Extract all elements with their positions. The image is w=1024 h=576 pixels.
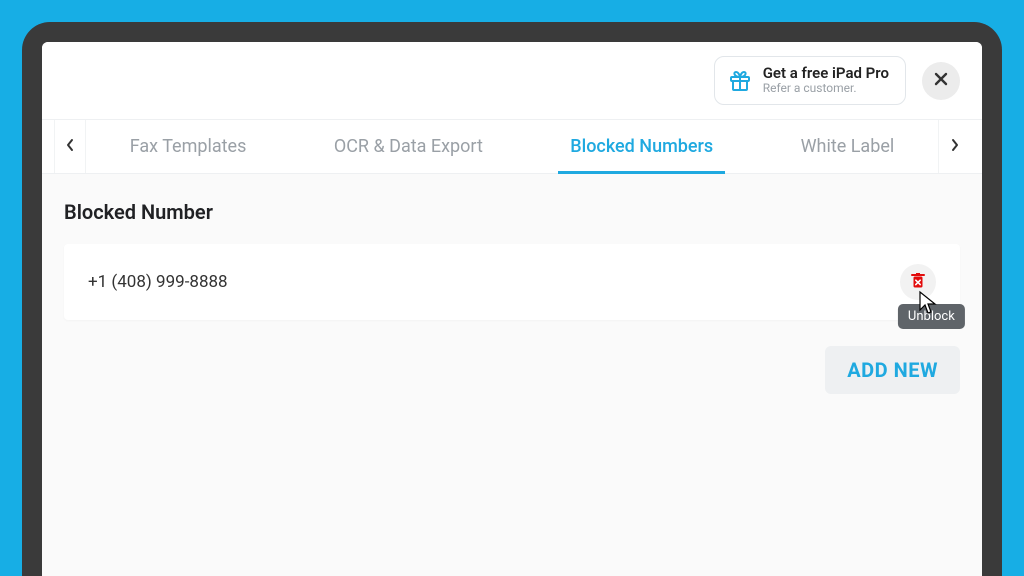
device-frame: Get a free iPad Pro Refer a customer. Fa… (22, 22, 1002, 576)
unblock-button[interactable]: Unblock (900, 264, 936, 300)
blocked-number-value: +1 (408) 999-8888 (88, 272, 228, 292)
trash-icon (908, 270, 928, 294)
close-icon (933, 71, 949, 91)
app-screen: Get a free iPad Pro Refer a customer. Fa… (42, 42, 982, 576)
add-new-container: ADD NEW (64, 346, 960, 394)
tab-blocked-numbers[interactable]: Blocked Numbers (558, 120, 725, 173)
tab-label: Fax Templates (130, 136, 247, 157)
blocked-number-row: +1 (408) 999-8888 Unblock (64, 244, 960, 320)
promo-text: Get a free iPad Pro Refer a customer. (763, 65, 889, 96)
chevron-right-icon (950, 137, 960, 156)
tab-label: Blocked Numbers (570, 136, 713, 157)
tab-ocr-data-export[interactable]: OCR & Data Export (322, 120, 495, 173)
close-button[interactable] (922, 62, 960, 100)
add-new-button[interactable]: ADD NEW (825, 346, 960, 394)
tabs: Fax Templates OCR & Data Export Blocked … (86, 120, 938, 173)
tab-label: OCR & Data Export (334, 136, 483, 157)
tabs-container: Fax Templates OCR & Data Export Blocked … (42, 119, 982, 174)
add-new-label: ADD NEW (847, 358, 938, 382)
promo-subtitle: Refer a customer. (763, 82, 889, 96)
promo-title: Get a free iPad Pro (763, 65, 889, 82)
tab-fax-templates[interactable]: Fax Templates (118, 120, 259, 173)
chevron-left-icon (65, 137, 75, 156)
tab-white-label[interactable]: White Label (789, 120, 907, 173)
promo-banner[interactable]: Get a free iPad Pro Refer a customer. (714, 56, 906, 105)
tab-label: White Label (801, 136, 895, 157)
gift-icon (727, 68, 753, 94)
content-area: Blocked Number +1 (408) 999-8888 Unblock (42, 174, 982, 576)
header: Get a free iPad Pro Refer a customer. (42, 42, 982, 119)
tabs-scroll-right[interactable] (938, 120, 970, 173)
unblock-tooltip: Unblock (898, 304, 965, 329)
tabs-scroll-left[interactable] (54, 120, 86, 173)
section-title: Blocked Number (64, 200, 960, 224)
